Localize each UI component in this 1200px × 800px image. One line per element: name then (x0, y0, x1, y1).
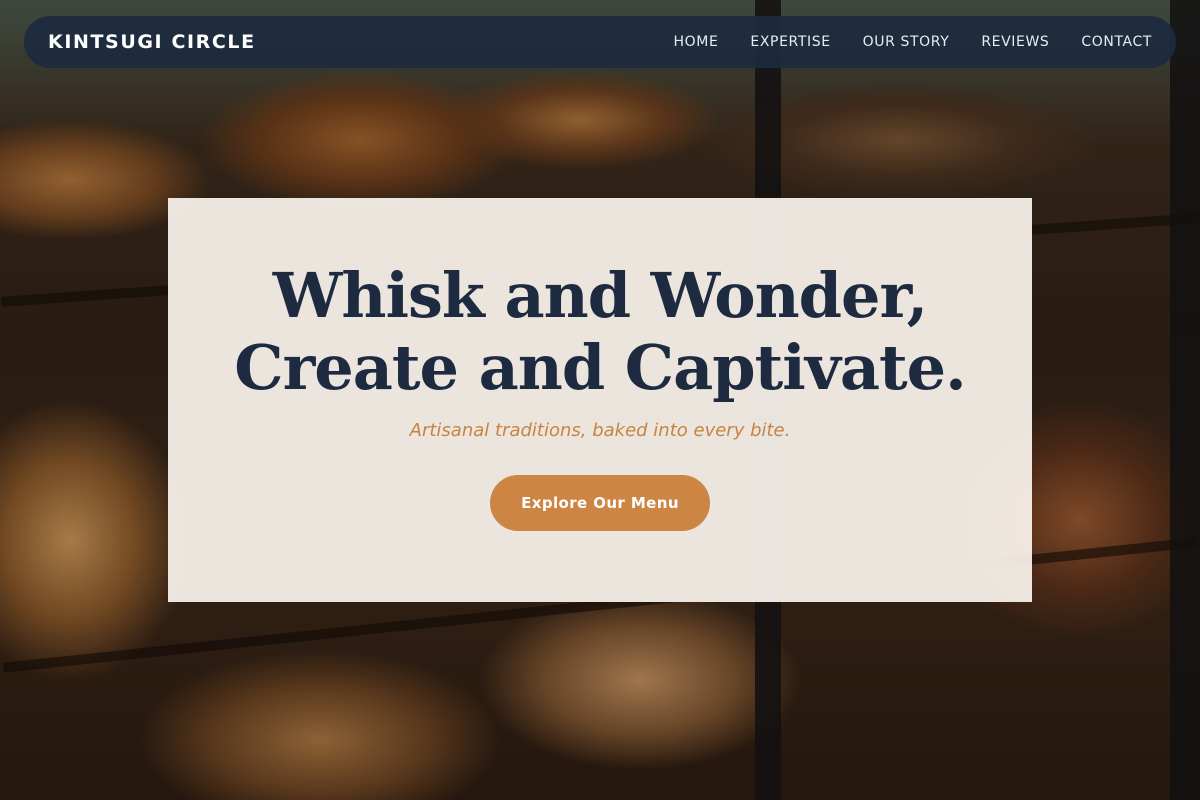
explore-menu-button[interactable]: Explore Our Menu (490, 475, 710, 531)
nav-links: HOME EXPERTISE OUR STORY REVIEWS CONTACT (674, 33, 1152, 51)
hero-section: KINTSUGI CIRCLE HOME EXPERTISE OUR STORY… (0, 0, 1200, 800)
hero-headline-line-2: Create and Captivate. (234, 331, 966, 404)
hero-headline-line-1: Whisk and Wonder, (272, 259, 928, 332)
nav-item-reviews: REVIEWS (981, 33, 1049, 51)
hero-headline: Whisk and Wonder, Create and Captivate. (234, 259, 966, 404)
brand-logo-link[interactable]: KINTSUGI CIRCLE (48, 31, 256, 53)
hero-content-card: Whisk and Wonder, Create and Captivate. … (168, 198, 1032, 602)
nav-link-home[interactable]: HOME (674, 34, 719, 50)
nav-link-expertise[interactable]: EXPERTISE (750, 34, 830, 50)
nav-item-contact: CONTACT (1081, 33, 1152, 51)
nav-link-our-story[interactable]: OUR STORY (863, 34, 950, 50)
nav-link-reviews[interactable]: REVIEWS (981, 34, 1049, 50)
nav-link-contact[interactable]: CONTACT (1081, 34, 1152, 50)
nav-item-our-story: OUR STORY (863, 33, 950, 51)
hero-tagline: Artisanal traditions, baked into every b… (409, 420, 791, 441)
nav-item-home: HOME (674, 33, 719, 51)
nav-item-expertise: EXPERTISE (750, 33, 830, 51)
top-navigation-bar: KINTSUGI CIRCLE HOME EXPERTISE OUR STORY… (24, 16, 1176, 68)
